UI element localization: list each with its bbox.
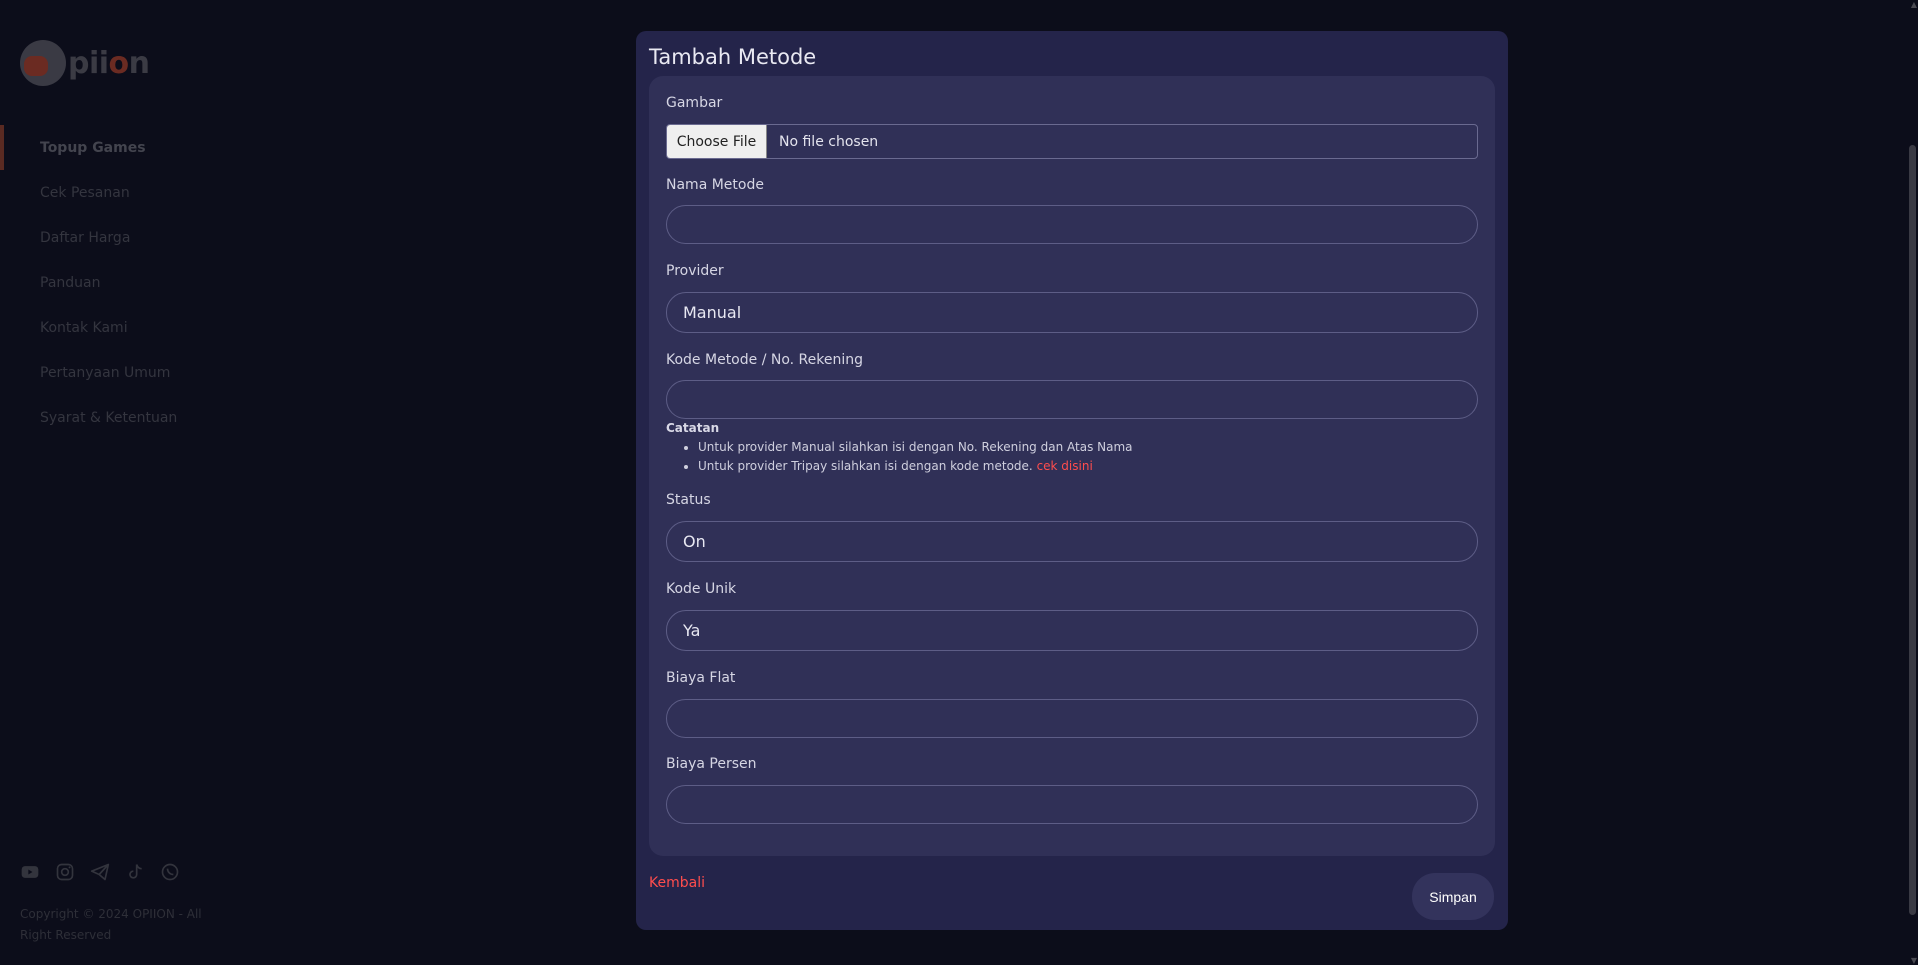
sidebar-item-topup-games[interactable]: Topup Games [0, 125, 270, 170]
nama-metode-label: Nama Metode [666, 177, 764, 193]
nama-metode-input[interactable] [666, 205, 1478, 244]
youtube-icon[interactable] [20, 862, 40, 882]
biaya-persen-label: Biaya Persen [666, 756, 757, 772]
logo-mark-icon [20, 40, 66, 86]
gambar-label: Gambar [666, 95, 723, 111]
add-method-modal: Tambah Metode Gambar Choose File No file… [636, 31, 1508, 930]
modal-title: Tambah Metode [649, 45, 817, 69]
sidebar-item-daftar-harga[interactable]: Daftar Harga [0, 215, 270, 260]
note-list: Untuk provider Manual silahkan isi denga… [666, 438, 1478, 476]
provider-label: Provider [666, 263, 724, 279]
logo[interactable]: piion [20, 38, 150, 88]
biaya-flat-input[interactable] [666, 699, 1478, 738]
file-status-text: No file chosen [779, 133, 879, 150]
note-item-text: Untuk provider Tripay silahkan isi denga… [698, 459, 1033, 473]
kode-unik-select[interactable]: Ya [666, 610, 1478, 651]
note-section: Catatan Untuk provider Manual silahkan i… [666, 421, 1478, 476]
logo-text: piion [68, 45, 150, 81]
note-item-text: Untuk provider Manual silahkan isi denga… [698, 440, 1133, 454]
note-item: Untuk provider Tripay silahkan isi denga… [698, 457, 1478, 476]
status-select[interactable]: On [666, 521, 1478, 562]
save-button[interactable]: Simpan [1412, 873, 1494, 920]
kode-metode-label: Kode Metode / No. Rekening [666, 352, 864, 368]
scroll-up-icon[interactable]: ▲ [1911, 0, 1917, 9]
instagram-icon[interactable] [55, 862, 75, 882]
scroll-thumb[interactable] [1909, 145, 1916, 915]
note-title: Catatan [666, 421, 720, 435]
kode-unik-label: Kode Unik [666, 581, 737, 597]
telegram-icon[interactable] [90, 862, 110, 882]
page-scrollbar[interactable]: ▲ ▼ [1906, 0, 1918, 965]
back-link[interactable]: Kembali [649, 875, 705, 891]
tiktok-icon[interactable] [125, 862, 145, 882]
sidebar-item-cek-pesanan[interactable]: Cek Pesanan [0, 170, 270, 215]
choose-file-button[interactable]: Choose File [667, 125, 767, 158]
sidebar-nav: Topup Games Cek Pesanan Daftar Harga Pan… [0, 125, 270, 440]
copyright-text: Copyright © 2024 OPIION - All Right Rese… [20, 907, 202, 942]
provider-select[interactable]: Manual [666, 292, 1478, 333]
kode-metode-input[interactable] [666, 380, 1478, 419]
sidebar-item-panduan[interactable]: Panduan [0, 260, 270, 305]
sidebar-item-kontak-kami[interactable]: Kontak Kami [0, 305, 270, 350]
biaya-persen-input[interactable] [666, 785, 1478, 824]
note-item: Untuk provider Manual silahkan isi denga… [698, 438, 1478, 457]
status-label: Status [666, 492, 711, 508]
social-links [20, 862, 180, 882]
biaya-flat-label: Biaya Flat [666, 670, 736, 686]
image-file-input[interactable]: Choose File No file chosen [666, 124, 1478, 159]
sidebar-item-pertanyaan-umum[interactable]: Pertanyaan Umum [0, 350, 270, 395]
cek-disini-link[interactable]: cek disini [1037, 459, 1093, 473]
form-card: Gambar Choose File No file chosen Nama M… [649, 76, 1495, 856]
whatsapp-icon[interactable] [160, 862, 180, 882]
scroll-down-icon[interactable]: ▼ [1911, 956, 1917, 965]
sidebar-item-syarat-ketentuan[interactable]: Syarat & Ketentuan [0, 395, 270, 440]
sidebar: piion Topup Games Cek Pesanan Daftar Har… [0, 0, 270, 965]
